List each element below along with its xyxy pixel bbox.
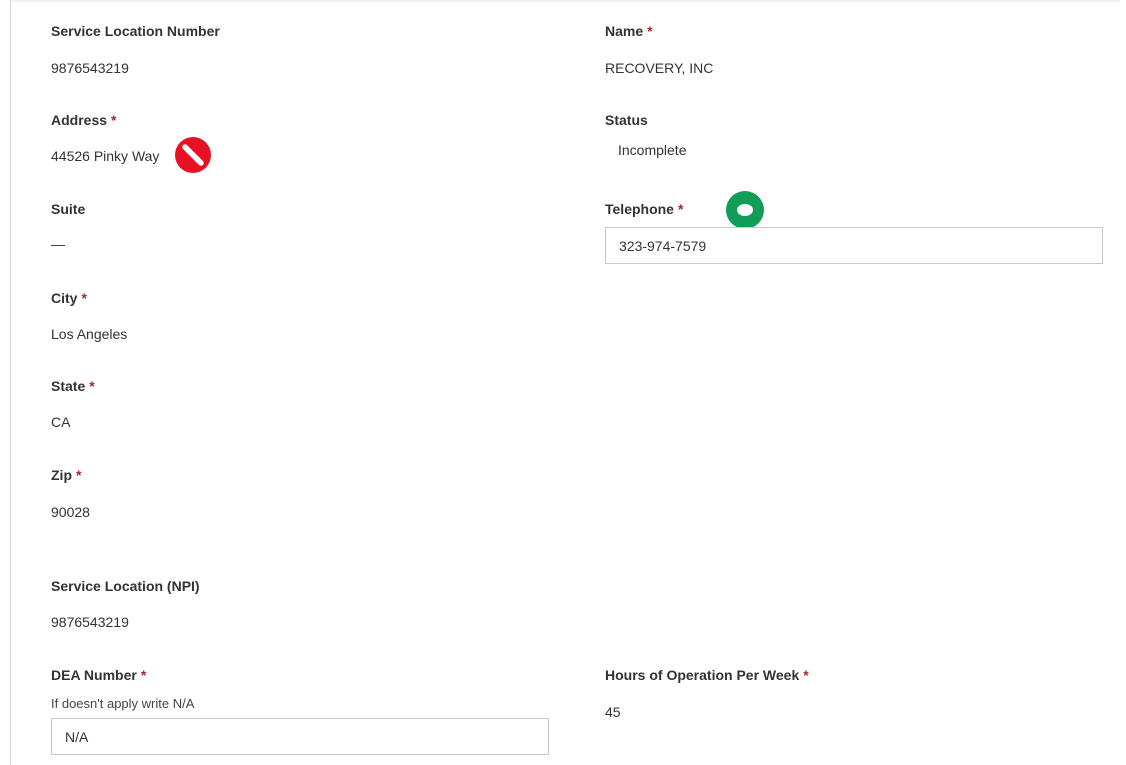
required-marker: * — [81, 290, 87, 306]
telephone-input[interactable] — [605, 227, 1103, 264]
city-label: City * — [51, 290, 87, 306]
dea-number-input[interactable] — [51, 718, 549, 755]
suite-value: — — [51, 236, 65, 252]
hours-per-week-label: Hours of Operation Per Week * — [605, 667, 809, 683]
state-label: State * — [51, 378, 95, 394]
required-marker: * — [89, 378, 95, 394]
required-marker: * — [803, 667, 809, 683]
required-marker: * — [76, 467, 82, 483]
name-label: Name * — [605, 23, 653, 39]
no-entry-icon — [175, 137, 211, 173]
zip-label: Zip * — [51, 467, 82, 483]
status-label: Status — [605, 112, 648, 128]
dea-number-label: DEA Number * — [51, 667, 147, 683]
service-location-npi-label: Service Location (NPI) — [51, 578, 200, 594]
required-marker: * — [647, 23, 653, 39]
dea-number-hint: If doesn't apply write N/A — [51, 696, 195, 711]
address-label: Address * — [51, 112, 117, 128]
service-location-number-label: Service Location Number — [51, 23, 220, 39]
top-divider — [10, 0, 1120, 2]
hours-per-week-value: 45 — [605, 704, 621, 720]
suite-label: Suite — [51, 201, 86, 217]
name-value: RECOVERY, INC — [605, 60, 714, 76]
service-location-number-value: 9876543219 — [51, 60, 129, 76]
zip-value: 90028 — [51, 504, 90, 520]
green-ring-icon — [726, 191, 764, 229]
telephone-label: Telephone * — [605, 201, 684, 217]
service-location-npi-value: 9876543219 — [51, 614, 129, 630]
required-marker: * — [140, 667, 147, 683]
left-divider — [10, 0, 11, 765]
address-value: 44526 Pinky Way — [51, 148, 160, 164]
required-marker: * — [677, 201, 684, 217]
status-value: Incomplete — [618, 142, 687, 158]
state-value: CA — [51, 414, 71, 430]
required-marker: * — [111, 112, 117, 128]
city-value: Los Angeles — [51, 326, 128, 342]
